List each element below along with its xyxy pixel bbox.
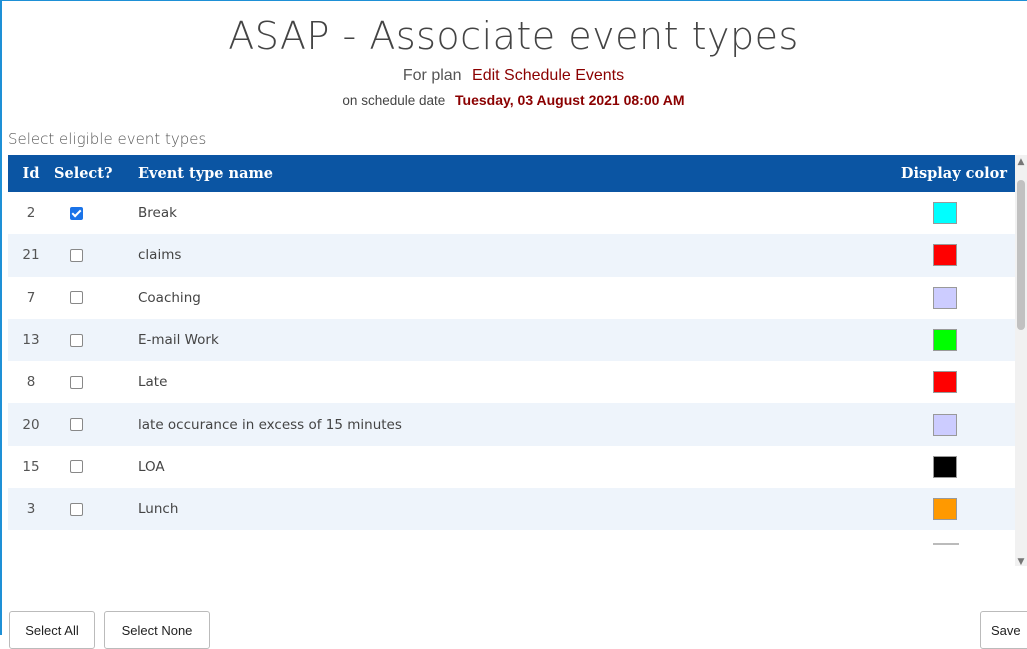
row-select-cell — [54, 234, 138, 276]
row-id: 13 — [22, 332, 40, 349]
color-swatch[interactable] — [933, 371, 957, 394]
schedule-date-line: on schedule date Tuesday, 03 August 2021… — [0, 92, 1027, 108]
color-swatch[interactable] — [933, 455, 957, 478]
select-checkbox[interactable] — [70, 460, 83, 474]
color-swatch[interactable] — [933, 498, 957, 521]
event-type-name: E-mail Work — [138, 332, 219, 349]
date-prefix: on schedule date — [342, 93, 446, 108]
table-row[interactable]: 2 Break — [8, 192, 1015, 235]
row-id: 3 — [26, 501, 36, 518]
row-id: 7 — [26, 289, 36, 306]
table-scrollbar[interactable]: ▲ ▼ — [1015, 155, 1027, 569]
event-type-name: claims — [138, 247, 182, 264]
table-row[interactable]: 21 claims — [8, 234, 1015, 277]
select-checkbox[interactable] — [70, 291, 83, 305]
column-header-color[interactable]: Display color — [867, 155, 1015, 192]
next-row-swatch-edge — [933, 543, 959, 545]
row-color-cell — [867, 234, 1015, 276]
event-type-name: Lunch — [138, 501, 179, 518]
event-type-name: Late — [138, 374, 168, 391]
table-row[interactable]: 3 Lunch — [8, 488, 1015, 531]
select-none-button[interactable]: Select None — [104, 611, 210, 649]
scroll-thumb[interactable] — [1017, 180, 1025, 330]
row-select-cell — [54, 277, 138, 319]
row-select-cell — [54, 488, 138, 530]
color-swatch[interactable] — [933, 202, 957, 225]
table-row[interactable]: 13 E-mail Work — [8, 318, 1015, 362]
row-color-cell — [867, 403, 1015, 445]
column-header-id[interactable]: Id — [8, 155, 54, 192]
color-swatch[interactable] — [933, 244, 957, 267]
select-checkbox[interactable] — [70, 248, 83, 262]
select-checkbox[interactable] — [70, 375, 83, 389]
row-color-cell — [867, 361, 1015, 403]
event-types-table: Id Select? Event type name Display color… — [8, 155, 1015, 531]
event-type-name: late occurance in excess of 15 minutes — [138, 416, 402, 433]
select-checkbox[interactable] — [70, 502, 83, 516]
row-color-cell — [867, 488, 1015, 530]
row-select-cell — [54, 446, 138, 488]
row-color-cell — [867, 446, 1015, 488]
row-color-cell — [867, 319, 1015, 361]
table-row[interactable]: 20 late occurance in excess of 15 minutes — [8, 403, 1015, 446]
plan-line: For plan Edit Schedule Events — [0, 67, 1027, 85]
table-row[interactable]: 8 Late — [8, 361, 1015, 404]
schedule-date: Tuesday, 03 August 2021 08:00 AM — [455, 92, 685, 108]
row-select-cell — [54, 361, 138, 403]
event-type-name: LOA — [138, 458, 165, 475]
row-id: 20 — [22, 416, 40, 433]
event-type-name: Break — [138, 205, 177, 222]
row-select-cell — [54, 192, 138, 234]
scroll-down-arrow-icon[interactable]: ▼ — [1015, 555, 1027, 569]
row-id: 8 — [26, 374, 36, 391]
row-select-cell — [54, 403, 138, 445]
plan-prefix: For plan — [402, 67, 462, 84]
row-id: 21 — [22, 247, 40, 264]
color-swatch[interactable] — [933, 286, 957, 309]
row-id: 15 — [22, 458, 40, 475]
page-title: ASAP - Associate event types — [228, 14, 799, 58]
plan-name: Edit Schedule Events — [472, 67, 625, 84]
row-select-cell — [54, 319, 138, 361]
table-header-row: Id Select? Event type name Display color — [8, 155, 1015, 192]
color-swatch[interactable] — [933, 413, 957, 436]
column-header-select[interactable]: Select? — [54, 155, 138, 192]
row-id: 2 — [26, 205, 36, 222]
event-types-table-container: Id Select? Event type name Display color… — [8, 155, 1015, 538]
select-all-button[interactable]: Select All — [9, 611, 95, 649]
row-color-cell — [867, 192, 1015, 234]
event-type-name: Coaching — [138, 289, 201, 306]
table-row[interactable]: 7 Coaching — [8, 276, 1015, 319]
color-swatch[interactable] — [933, 329, 957, 352]
select-checkbox[interactable] — [70, 206, 83, 220]
select-checkbox[interactable] — [70, 333, 83, 347]
select-checkbox[interactable] — [70, 418, 83, 432]
save-button[interactable]: Save — [980, 611, 1027, 649]
table-row[interactable]: 15 LOA — [8, 445, 1015, 489]
scroll-up-arrow-icon[interactable]: ▲ — [1015, 155, 1027, 169]
column-header-name[interactable]: Event type name — [138, 155, 867, 192]
section-label: Select eligible event types — [8, 130, 207, 148]
row-color-cell — [867, 277, 1015, 319]
